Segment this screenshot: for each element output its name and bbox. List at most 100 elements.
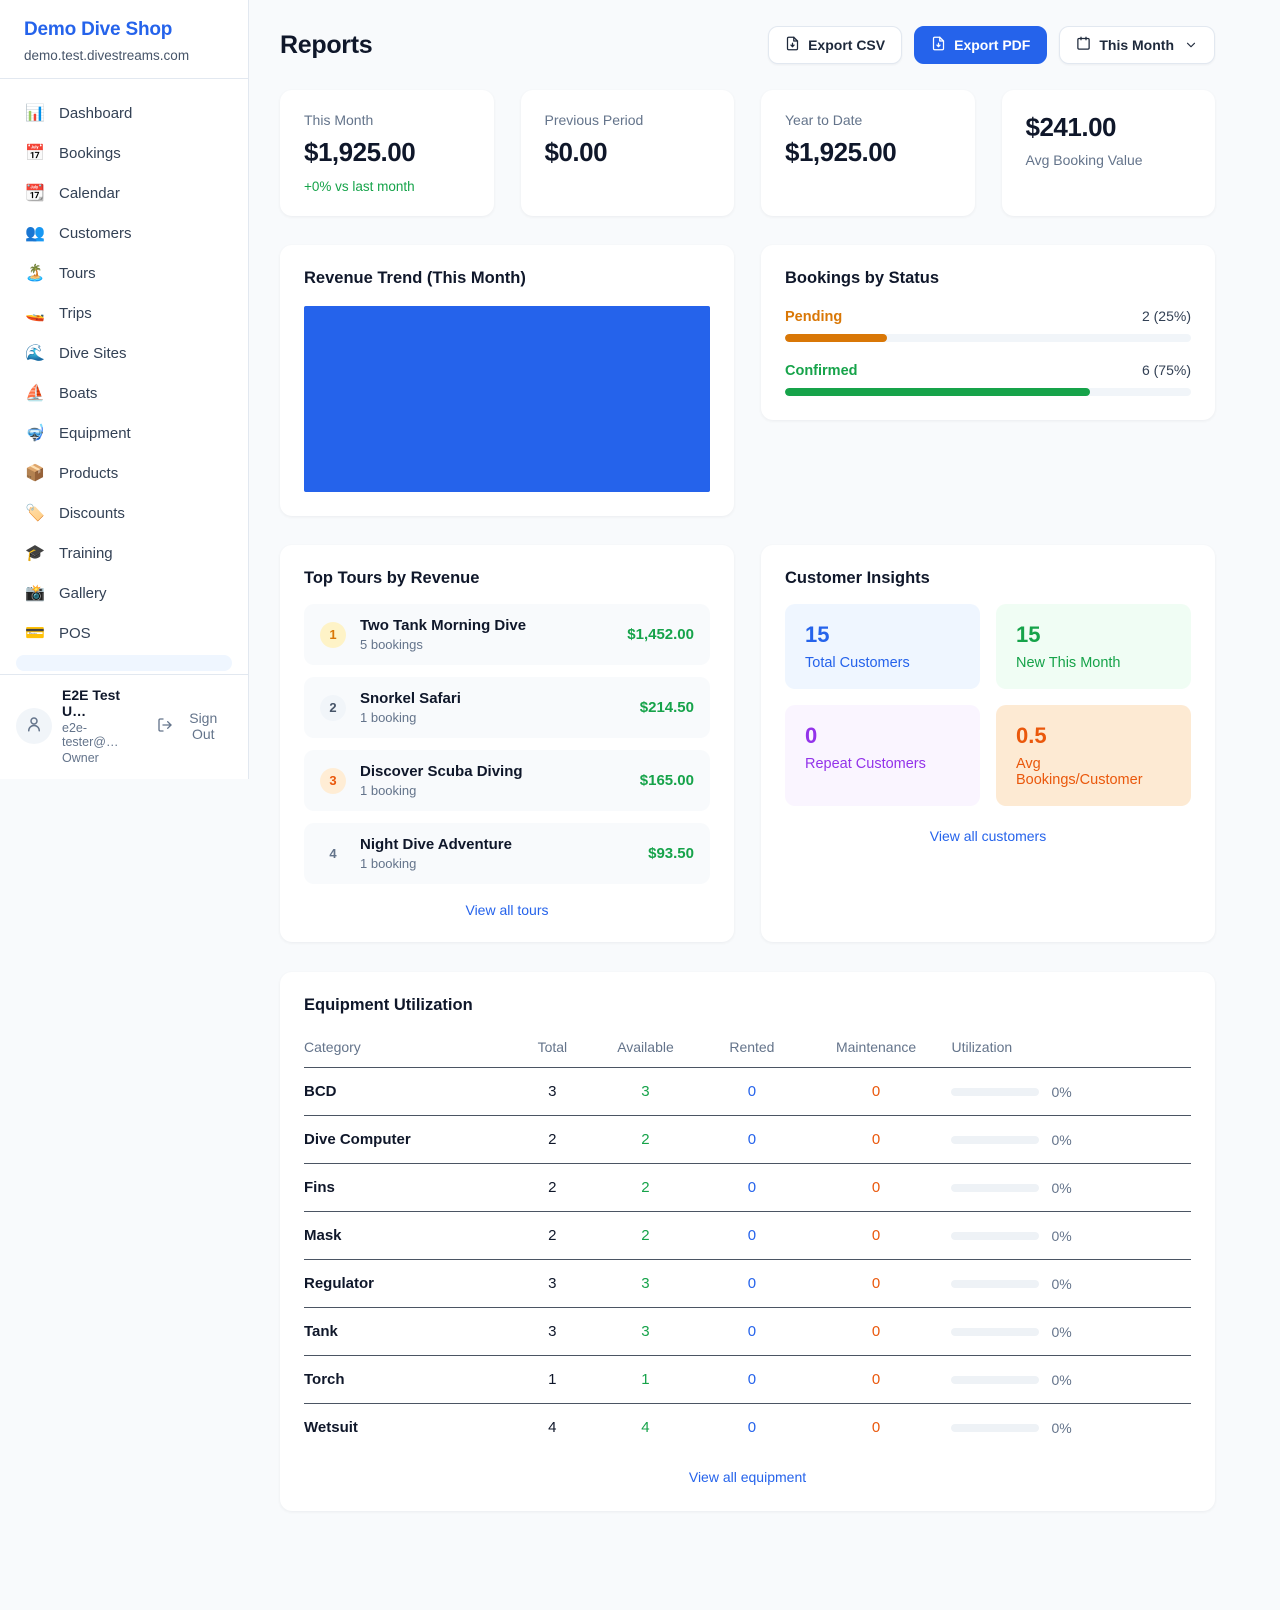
stat-card-previous-period: Previous Period $0.00 — [521, 90, 735, 216]
charts-row: Revenue Trend (This Month) Bookings by S… — [280, 245, 1215, 516]
table-row: Dive Computer 2 2 0 0 0% — [304, 1116, 1191, 1164]
equip-utilization: 0% — [951, 1116, 1191, 1164]
sign-out-icon — [157, 717, 173, 736]
insight-tile: 0.5 Avg Bookings/Customer — [996, 705, 1191, 806]
sidebar-item-label: Boats — [59, 385, 97, 402]
utilization-track — [951, 1088, 1039, 1096]
export-file-icon — [785, 36, 800, 54]
equipment-table: Category Total Available Rented Maintena… — [304, 1025, 1191, 1451]
status-progress-track — [785, 388, 1191, 396]
sidebar-item-dive-sites[interactable]: 🌊 Dive Sites — [8, 333, 240, 373]
rank-badge: 2 — [320, 695, 346, 721]
utilization-track — [951, 1280, 1039, 1288]
export-file-icon — [931, 36, 946, 54]
view-all-equipment-link[interactable]: View all equipment — [304, 1469, 1191, 1485]
equip-utilization: 0% — [951, 1212, 1191, 1260]
equip-category: Wetsuit — [304, 1404, 517, 1452]
equip-maintenance: 0 — [801, 1212, 952, 1260]
sidebar-item-trips[interactable]: 🚤 Trips — [8, 293, 240, 333]
shop-name[interactable]: Demo Dive Shop — [24, 19, 224, 41]
insight-label: Total Customers — [805, 655, 960, 671]
period-select-button[interactable]: This Month — [1059, 26, 1215, 64]
tour-bookings: 1 booking — [360, 710, 461, 725]
table-row: Wetsuit 4 4 0 0 0% — [304, 1404, 1191, 1452]
header-actions: Export CSV Export PDF This Month — [768, 26, 1215, 64]
tour-amount: $93.50 — [648, 845, 694, 862]
discounts-icon: 🏷️ — [24, 503, 46, 523]
equip-maintenance: 0 — [801, 1308, 952, 1356]
page-header: Reports Export CSV Export PDF This Month — [280, 26, 1215, 64]
view-all-customers-link[interactable]: View all customers — [785, 828, 1191, 844]
sidebar-item-products[interactable]: 📦 Products — [8, 453, 240, 493]
tour-amount: $214.50 — [640, 699, 694, 716]
equip-available: 3 — [588, 1260, 703, 1308]
sidebar-item-bookings[interactable]: 📅 Bookings — [8, 133, 240, 173]
customer-insights-title: Customer Insights — [785, 569, 1191, 588]
equip-category: Regulator — [304, 1260, 517, 1308]
tour-row: 2 Snorkel Safari 1 booking $214.50 — [304, 677, 710, 738]
insight-tile: 15 Total Customers — [785, 604, 980, 689]
sidebar-item-customers[interactable]: 👥 Customers — [8, 213, 240, 253]
export-csv-button[interactable]: Export CSV — [768, 26, 902, 64]
view-all-tours-link[interactable]: View all tours — [304, 902, 710, 918]
sidebar-item-training[interactable]: 🎓 Training — [8, 533, 240, 573]
utilization-label: 0% — [1051, 1372, 1071, 1388]
column-header-rented: Rented — [703, 1025, 801, 1068]
top-tours-title: Top Tours by Revenue — [304, 569, 710, 588]
equip-total: 2 — [517, 1212, 588, 1260]
equip-maintenance: 0 — [801, 1260, 952, 1308]
utilization-track — [951, 1376, 1039, 1384]
sidebar-item-label: Gallery — [59, 585, 107, 602]
equip-total: 1 — [517, 1356, 588, 1404]
sidebar-item-label: Tours — [59, 265, 96, 282]
column-header-total: Total — [517, 1025, 588, 1068]
equip-maintenance: 0 — [801, 1356, 952, 1404]
utilization-label: 0% — [1051, 1420, 1071, 1436]
sidebar-item-label: Customers — [59, 225, 132, 242]
sidebar-item-equipment[interactable]: 🤿 Equipment — [8, 413, 240, 453]
utilization-label: 0% — [1051, 1228, 1071, 1244]
status-count: 6 (75%) — [1142, 362, 1191, 378]
insights-row: Top Tours by Revenue 1 Two Tank Morning … — [280, 545, 1215, 942]
insight-label: Avg Bookings/Customer — [1016, 756, 1171, 788]
sidebar-item-gallery[interactable]: 📸 Gallery — [8, 573, 240, 613]
equip-total: 4 — [517, 1404, 588, 1452]
export-pdf-label: Export PDF — [954, 37, 1030, 53]
insight-value: 0.5 — [1016, 723, 1171, 749]
equip-available: 4 — [588, 1404, 703, 1452]
sidebar-item-boats[interactable]: ⛵ Boats — [8, 373, 240, 413]
equip-category: Mask — [304, 1212, 517, 1260]
equip-total: 2 — [517, 1116, 588, 1164]
sign-out-label: Sign Out — [179, 710, 229, 742]
revenue-trend-chart — [304, 306, 710, 492]
bookings-icon: 📅 — [24, 143, 46, 163]
equip-utilization: 0% — [951, 1164, 1191, 1212]
customer-insights-card: Customer Insights 15 Total Customers 15 … — [761, 545, 1215, 942]
sidebar-item-active-partial[interactable] — [16, 655, 232, 671]
equip-available: 3 — [588, 1308, 703, 1356]
main-content: Reports Export CSV Export PDF This Month — [249, 0, 1280, 1551]
status-row-confirmed: Confirmed 6 (75%) — [785, 362, 1191, 396]
user-meta: E2E Test U… e2e-tester@… Owner — [62, 687, 143, 765]
sidebar-item-discounts[interactable]: 🏷️ Discounts — [8, 493, 240, 533]
stat-value: $0.00 — [545, 137, 711, 168]
gallery-icon: 📸 — [24, 583, 46, 603]
user-role: Owner — [62, 751, 143, 765]
insight-label: Repeat Customers — [805, 756, 960, 772]
sidebar-item-dashboard[interactable]: 📊 Dashboard — [8, 93, 240, 133]
status-progress-fill — [785, 388, 1090, 396]
sidebar-item-tours[interactable]: 🏝️ Tours — [8, 253, 240, 293]
tour-list: 1 Two Tank Morning Dive 5 bookings $1,45… — [304, 604, 710, 884]
stat-value: $1,925.00 — [304, 137, 470, 168]
sidebar-item-calendar[interactable]: 📆 Calendar — [8, 173, 240, 213]
tour-amount: $1,452.00 — [627, 626, 694, 643]
status-progress-track — [785, 334, 1191, 342]
sidebar-item-pos[interactable]: 💳 POS — [8, 613, 240, 653]
stat-card-avg-booking-value: $241.00 Avg Booking Value — [1002, 90, 1216, 216]
export-pdf-button[interactable]: Export PDF — [914, 26, 1047, 64]
rank-badge: 3 — [320, 768, 346, 794]
sign-out-button[interactable]: Sign Out — [153, 706, 233, 746]
sidebar-item-label: Bookings — [59, 145, 121, 162]
equip-category: Dive Computer — [304, 1116, 517, 1164]
sidebar-item-label: Calendar — [59, 185, 120, 202]
